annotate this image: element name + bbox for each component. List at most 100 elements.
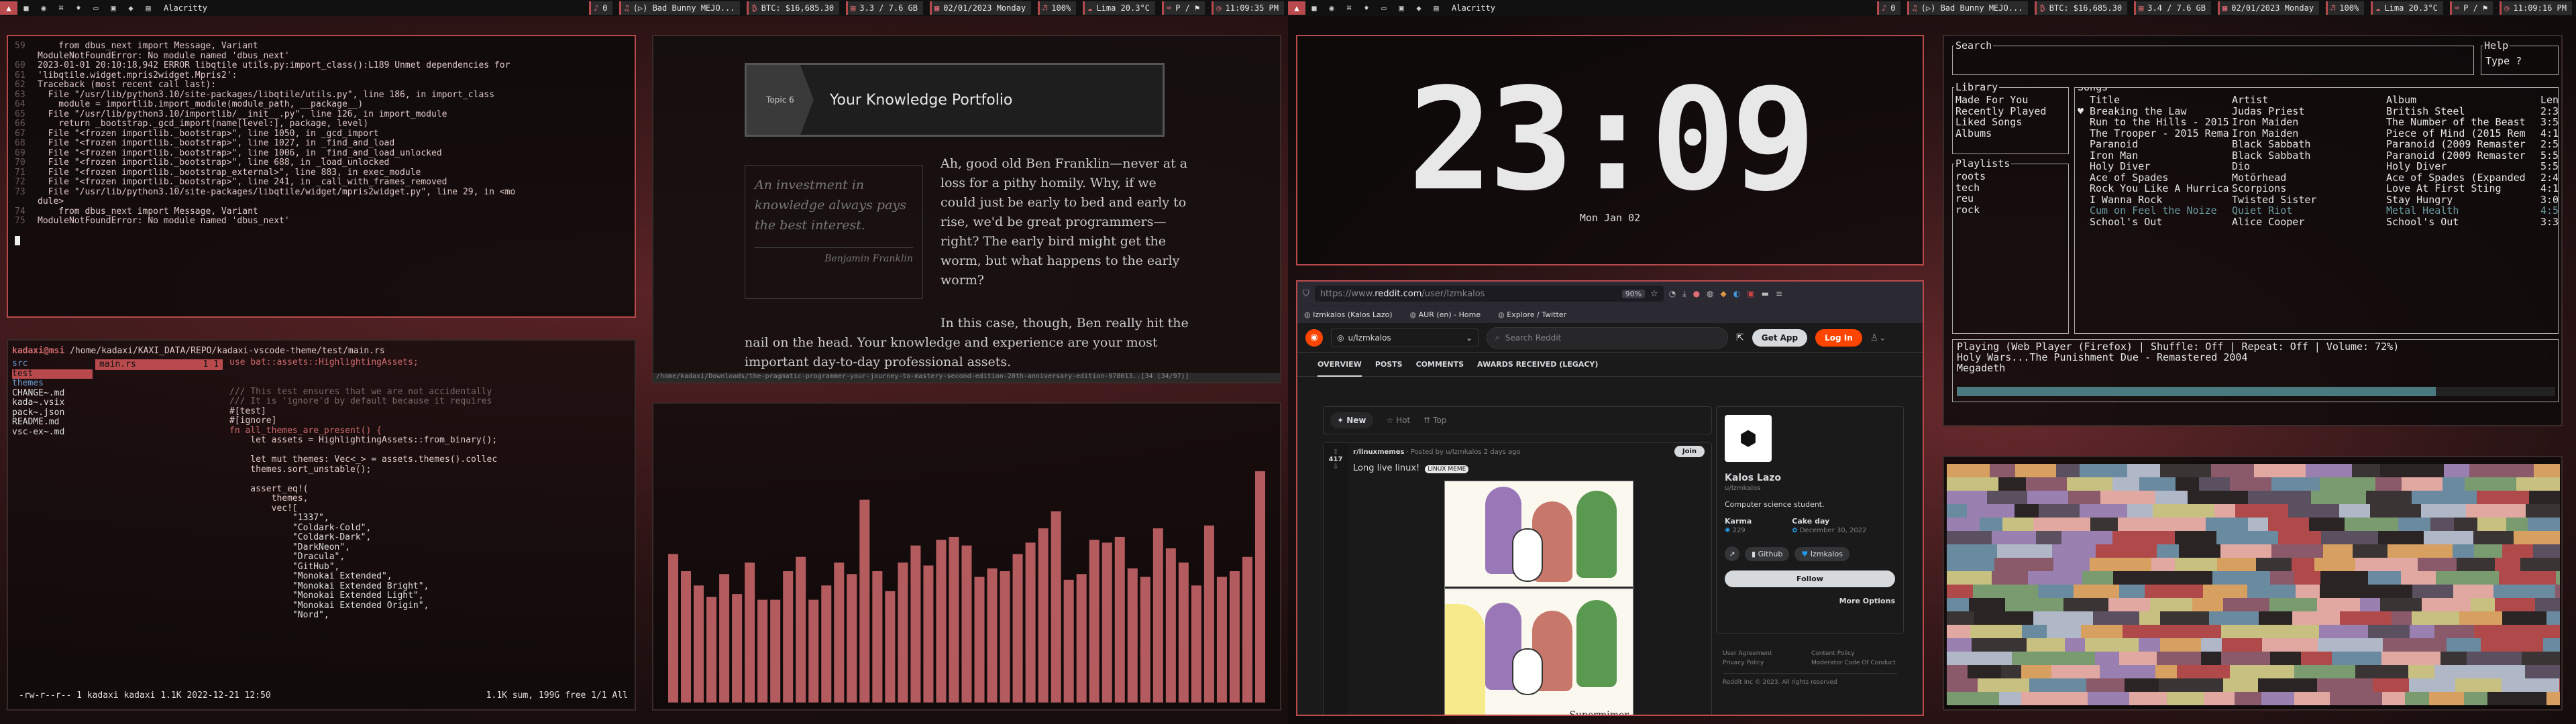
github-link[interactable]: ▮ Github bbox=[1745, 546, 1790, 561]
footer-privacy-policy[interactable]: Privacy Policy bbox=[1723, 660, 1809, 666]
profile-tab[interactable]: POSTS bbox=[1375, 360, 1403, 369]
profile-tab[interactable]: OVERVIEW bbox=[1318, 360, 1362, 377]
post-card[interactable]: ⇧ 417 ⇩ r/linuxmemes · Posted by u/Izmka… bbox=[1323, 442, 1712, 715]
workspace-7[interactable]: ◆ bbox=[122, 1, 140, 15]
status-mem[interactable]: ▤ 3.4 / 7.6 GB bbox=[2134, 1, 2211, 15]
status-btc[interactable]: ₿ BTC: $16,685.30 bbox=[747, 1, 840, 15]
footer-moderator-code[interactable]: Moderator Code Of Conduct bbox=[1811, 660, 1897, 666]
workspace-5[interactable]: ▭ bbox=[1375, 1, 1393, 15]
workspace-4[interactable]: ♦ bbox=[1358, 1, 1375, 15]
library-item[interactable]: Made For You bbox=[1955, 95, 2046, 106]
library-item[interactable]: Liked Songs bbox=[1955, 117, 2046, 128]
status-cal[interactable]: ▦ 02/01/2023 Monday bbox=[930, 1, 1032, 15]
playlist-item[interactable]: tech bbox=[1955, 182, 1986, 194]
sort-hot[interactable]: ☆ Hot bbox=[1387, 416, 1411, 425]
file-item[interactable]: src bbox=[12, 359, 93, 369]
bookmark-star-icon[interactable]: ☆ bbox=[1650, 289, 1658, 299]
profile-tab[interactable]: AWARDS RECEIVED (LEGACY) bbox=[1477, 360, 1598, 369]
workspace-8[interactable]: ▤ bbox=[1428, 1, 1445, 15]
status-kb[interactable]: ⌨ P / ⚑ bbox=[1161, 1, 1205, 15]
song-row[interactable]: School's Out Alice Cooper School's Out 3:3 bbox=[2078, 216, 2558, 228]
song-row[interactable]: Run to the Hills - 2015 Iron Maiden The Nu… bbox=[2078, 117, 2558, 128]
status-mem[interactable]: ▤ 3.3 / 7.6 GB bbox=[846, 1, 923, 15]
browser-window[interactable]: ⛉ https://www. reddit.com/user/Izmkalos 9… bbox=[1296, 280, 1924, 716]
song-row[interactable]: Iron Man Black Sabbath Paranoid (2009 Rema… bbox=[2078, 149, 2558, 162]
file-item[interactable]: vsc-ex~.md bbox=[12, 427, 93, 438]
workspace-8[interactable]: ▤ bbox=[140, 1, 157, 15]
follow-button[interactable]: Follow bbox=[1725, 570, 1895, 587]
meme-image[interactable]: Supermimer bbox=[1444, 481, 1633, 715]
song-row[interactable]: Holy Diver Dio Holy Diver 5:5 bbox=[2078, 161, 2558, 172]
spotify-tui-window[interactable]: Search Help Type ? Library Made For You R… bbox=[1943, 35, 2563, 426]
library-item[interactable]: Albums bbox=[1955, 127, 2046, 139]
file-item[interactable]: CHANGE~.md bbox=[12, 388, 93, 399]
workspace-4[interactable]: ♦ bbox=[70, 1, 87, 15]
workspace-6[interactable]: ▣ bbox=[105, 1, 122, 15]
status-music[interactable]: ♫ (▷) Bad Bunny MEJO... bbox=[619, 1, 741, 15]
reddit-logo-icon[interactable]: ◉ bbox=[1305, 328, 1323, 347]
more-options-button[interactable]: More Options bbox=[1725, 597, 1895, 605]
status-weather[interactable]: ☁ Lima 20.3°C bbox=[2371, 1, 2443, 15]
progress-track[interactable] bbox=[1957, 387, 2555, 396]
pocket-icon[interactable]: ◔ bbox=[1669, 289, 1676, 299]
editor-tab[interactable]: main.rs 1 1 bbox=[95, 359, 223, 370]
bookmark-item[interactable]: ◍ AUR (en) - Home bbox=[1410, 310, 1481, 319]
workspace-3[interactable]: ⌘ bbox=[52, 1, 70, 15]
downvote-icon[interactable]: ⇩ bbox=[1324, 463, 1348, 471]
terminal-window[interactable]: 59 from dbus_next import Message, Varian… bbox=[7, 35, 636, 318]
twitter-link[interactable]: ♥ Izmkalos bbox=[1794, 546, 1849, 561]
workspace-5[interactable]: ▭ bbox=[87, 1, 105, 15]
sort-new[interactable]: ✦ New bbox=[1330, 412, 1373, 428]
search-input[interactable]: ⌕ Search Reddit bbox=[1487, 326, 1728, 349]
file-item[interactable]: test bbox=[12, 369, 93, 379]
song-row[interactable]: ♥ Breaking the Law Judas Priest British Ste… bbox=[2078, 105, 2558, 117]
file-manager-window[interactable]: kadaxi@msi /home/kadaxi/KAXI_DATA/REPO/k… bbox=[7, 339, 636, 711]
song-row[interactable]: I Wanna Rock Twisted Sister Stay Hungry 3:0 bbox=[2078, 194, 2558, 206]
status-bell[interactable]: ♪ 0 bbox=[588, 1, 613, 15]
user-dropdown[interactable]: ◎ u/Izmkalos ⌄ bbox=[1331, 328, 1479, 347]
download-icon[interactable]: ⤓ bbox=[1682, 289, 1686, 299]
status-vol[interactable]: ♬ 100% bbox=[1038, 1, 1077, 15]
workspace-1[interactable]: ■ bbox=[1305, 1, 1323, 15]
workspace-3[interactable]: ⌘ bbox=[1340, 1, 1358, 15]
workspace-2[interactable]: ◉ bbox=[35, 1, 52, 15]
status-clock[interactable]: ◷ 11:09:35 PM bbox=[1212, 1, 1284, 15]
playlist-item[interactable]: roots bbox=[1955, 171, 1986, 182]
status-clock[interactable]: ◷ 11:09:16 PM bbox=[2500, 1, 2572, 15]
playlist-item[interactable]: reu bbox=[1955, 193, 1986, 204]
footer-user-agreement[interactable]: User Agreement bbox=[1723, 650, 1809, 657]
file-item[interactable]: pack~.json bbox=[12, 408, 93, 418]
bookmark-item[interactable]: ◍ Explore / Twitter bbox=[1498, 310, 1566, 319]
status-weather[interactable]: ☁ Lima 20.3°C bbox=[1083, 1, 1155, 15]
profile-tab[interactable]: COMMENTS bbox=[1416, 360, 1464, 369]
zoom-level[interactable]: 90% bbox=[1621, 289, 1646, 298]
status-cal[interactable]: ▦ 02/01/2023 Monday bbox=[2218, 1, 2320, 15]
addon-icon-4[interactable]: ◐ bbox=[1733, 289, 1740, 299]
song-row[interactable]: The Trooper - 2015 Rema Iron Maiden Piece … bbox=[2078, 127, 2558, 139]
help-box[interactable]: Help Type ? bbox=[2481, 40, 2559, 75]
status-btc[interactable]: ₿ BTC: $16,685.30 bbox=[2035, 1, 2128, 15]
song-row[interactable]: Rock You Like A Hurrica Scorpions Love At … bbox=[2078, 183, 2558, 194]
menu-icon[interactable]: ≡ bbox=[1776, 289, 1782, 299]
library-item[interactable]: Recently Played bbox=[1955, 105, 2046, 117]
playlist-item[interactable]: rock bbox=[1955, 204, 1986, 216]
bookmark-item[interactable]: ◍ Izmkalos (Kalos Lazo) bbox=[1304, 310, 1393, 319]
workspace-1[interactable]: ■ bbox=[17, 1, 35, 15]
file-item[interactable]: themes bbox=[12, 378, 93, 389]
addon-icon-1[interactable]: ● bbox=[1693, 289, 1700, 299]
upvote-icon[interactable]: ⇧ bbox=[1324, 448, 1348, 456]
user-menu-icon[interactable]: ♙⌄ bbox=[1870, 333, 1886, 343]
shield-icon[interactable]: ⛉ bbox=[1303, 289, 1309, 299]
share-icon[interactable]: ↗ bbox=[1725, 546, 1739, 561]
post-subreddit[interactable]: r/linuxmemes bbox=[1353, 448, 1404, 456]
advertise-icon[interactable]: ⇱ bbox=[1736, 333, 1744, 343]
workspace-6[interactable]: ▣ bbox=[1393, 1, 1410, 15]
song-row[interactable]: Cum on Feel the Noize Quiet Riot Metal Hea… bbox=[2078, 205, 2558, 217]
status-kb[interactable]: ⌨ P / ⚑ bbox=[2449, 1, 2493, 15]
launcher-icon[interactable]: ▲ bbox=[0, 1, 17, 15]
workspace-7[interactable]: ◆ bbox=[1410, 1, 1428, 15]
footer-content-policy[interactable]: Content Policy bbox=[1811, 650, 1897, 657]
status-music[interactable]: ♫ (▷) Bad Bunny MEJO... bbox=[1907, 1, 2029, 15]
url-bar[interactable]: https://www. reddit.com/user/Izmkalos 90%… bbox=[1314, 286, 1664, 302]
addon-icon-2[interactable]: ◍ bbox=[1707, 289, 1713, 299]
